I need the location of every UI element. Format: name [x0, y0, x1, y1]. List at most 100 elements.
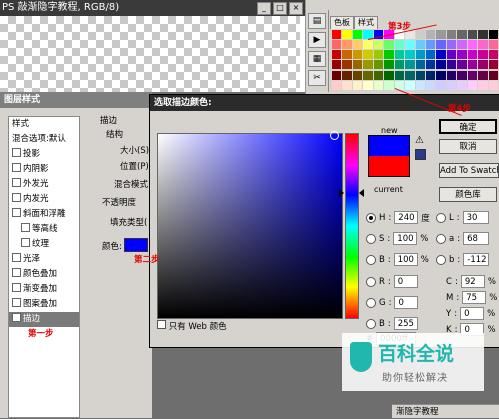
color-mode-radio[interactable] [366, 212, 376, 223]
swatch-cell[interactable] [425, 30, 436, 39]
color-field[interactable] [157, 133, 343, 319]
swatch-cell[interactable] [436, 80, 446, 90]
swatch-cell[interactable] [405, 50, 415, 60]
swatch-cell[interactable] [436, 50, 446, 60]
swatch-cell[interactable] [342, 40, 352, 50]
swatch-cell[interactable] [332, 70, 342, 80]
swatch-cell[interactable] [352, 60, 363, 70]
swatch-cell[interactable] [332, 80, 342, 90]
swatch-cell[interactable] [467, 50, 478, 60]
tool-a-icon[interactable]: ▤ [308, 13, 326, 29]
swatch-cell[interactable] [446, 30, 457, 39]
document-canvas[interactable] [0, 16, 300, 92]
swatch-cell[interactable] [478, 50, 488, 60]
swatch-cell[interactable] [332, 50, 342, 60]
layer-style-item[interactable]: 光泽 [9, 252, 79, 267]
swatch-cell[interactable] [405, 70, 415, 80]
add-to-swatches-button[interactable]: Add To Swatch [439, 163, 499, 178]
color-channel-field[interactable]: -112 [463, 253, 490, 266]
color-mode-radio[interactable] [366, 254, 376, 265]
swatch-cell[interactable] [457, 30, 467, 39]
swatch-cell[interactable] [384, 40, 394, 50]
swatch-cell[interactable] [415, 50, 425, 60]
current-color-preview[interactable] [368, 156, 410, 177]
swatch-cell[interactable] [446, 60, 457, 70]
swatch-cell[interactable] [457, 40, 467, 50]
swatch-cell[interactable] [436, 40, 446, 50]
color-mode-radio[interactable] [436, 212, 446, 223]
swatch-cell[interactable] [342, 30, 352, 39]
swatch-cell[interactable] [373, 70, 384, 80]
layer-style-item[interactable]: 外发光 [9, 177, 79, 192]
swatch-cell[interactable] [457, 70, 467, 80]
layer-style-item[interactable]: 图案叠加 [9, 297, 79, 312]
layer-style-item[interactable]: 样式 [9, 117, 79, 132]
swatch-cell[interactable] [384, 50, 394, 60]
layer-style-checkbox[interactable] [12, 298, 21, 307]
swatch-cell[interactable] [405, 40, 415, 50]
swatch-cell[interactable] [467, 60, 478, 70]
layer-style-checkbox[interactable] [12, 193, 21, 202]
swatch-cell[interactable] [384, 80, 394, 90]
swatch-cell[interactable] [373, 60, 384, 70]
swatch-cell[interactable] [436, 30, 446, 39]
layer-style-item[interactable]: 斜面和浮雕 [9, 207, 79, 222]
color-mode-radio[interactable] [366, 276, 376, 287]
swatch-cell[interactable] [415, 40, 425, 50]
swatch-cell[interactable] [488, 80, 498, 90]
tab-swatches[interactable]: 色板 [330, 16, 354, 29]
layer-style-item[interactable]: 混合选项:默认 [9, 132, 79, 147]
swatch-cell[interactable] [467, 70, 478, 80]
layer-style-checkbox[interactable] [12, 283, 21, 292]
swatch-cell[interactable] [352, 70, 363, 80]
swatch-cell[interactable] [488, 60, 498, 70]
swatch-cell[interactable] [352, 40, 363, 50]
color-channel-field[interactable]: 75 [462, 291, 487, 304]
color-channel-field[interactable]: 0 [394, 296, 419, 309]
cancel-button[interactable]: 取消 [439, 139, 497, 154]
web-only-checkbox[interactable] [157, 320, 166, 329]
tab-styles[interactable]: 样式 [354, 16, 378, 29]
swatch-cell[interactable] [446, 80, 457, 90]
swatch-cell[interactable] [478, 60, 488, 70]
stroke-color-swatch[interactable] [124, 238, 148, 252]
hue-slider-right-handle-icon[interactable] [359, 189, 364, 197]
swatch-cell[interactable] [446, 50, 457, 60]
layer-style-checkbox[interactable] [21, 223, 30, 232]
swatch-cell[interactable] [478, 70, 488, 80]
color-mode-radio[interactable] [366, 233, 376, 244]
swatch-cell[interactable] [405, 60, 415, 70]
web-only-option[interactable]: 只有 Web 颜色 [157, 320, 227, 332]
swatch-cell[interactable] [332, 60, 342, 70]
layer-style-checkbox[interactable] [12, 208, 21, 217]
swatch-cell[interactable] [415, 30, 425, 39]
swatch-cell[interactable] [384, 70, 394, 80]
layer-style-item[interactable]: 纹理 [9, 237, 79, 252]
maximize-button[interactable]: □ [273, 2, 287, 15]
swatch-cell[interactable] [363, 70, 373, 80]
swatch-cell[interactable] [467, 40, 478, 50]
ok-button[interactable]: 确定 [439, 119, 497, 134]
swatch-cell[interactable] [352, 30, 363, 39]
layer-style-checkbox[interactable] [12, 268, 21, 277]
swatch-cell[interactable] [488, 50, 498, 60]
tool-b-icon[interactable]: ▶ [308, 32, 326, 48]
swatch-cell[interactable] [342, 80, 352, 90]
swatch-cell[interactable] [478, 40, 488, 50]
swatch-cell[interactable] [363, 80, 373, 90]
swatch-cell[interactable] [425, 70, 436, 80]
swatch-cell[interactable] [488, 70, 498, 80]
layer-style-checkbox[interactable] [12, 163, 21, 172]
layer-style-checkbox[interactable] [12, 253, 21, 262]
color-channel-field[interactable]: 30 [462, 211, 489, 224]
swatch-cell[interactable] [394, 60, 405, 70]
layer-style-item[interactable]: 内发光 [9, 192, 79, 207]
layer-style-checkbox[interactable] [21, 238, 30, 247]
layer-style-item[interactable]: 描边 [9, 312, 79, 327]
hue-slider[interactable] [345, 133, 359, 319]
swatch-cell[interactable] [405, 80, 415, 90]
tool-d-icon[interactable]: ✂ [308, 70, 326, 86]
swatch-cell[interactable] [467, 80, 478, 90]
color-mode-radio[interactable] [436, 233, 446, 244]
web-safe-cube-icon[interactable] [415, 149, 426, 160]
